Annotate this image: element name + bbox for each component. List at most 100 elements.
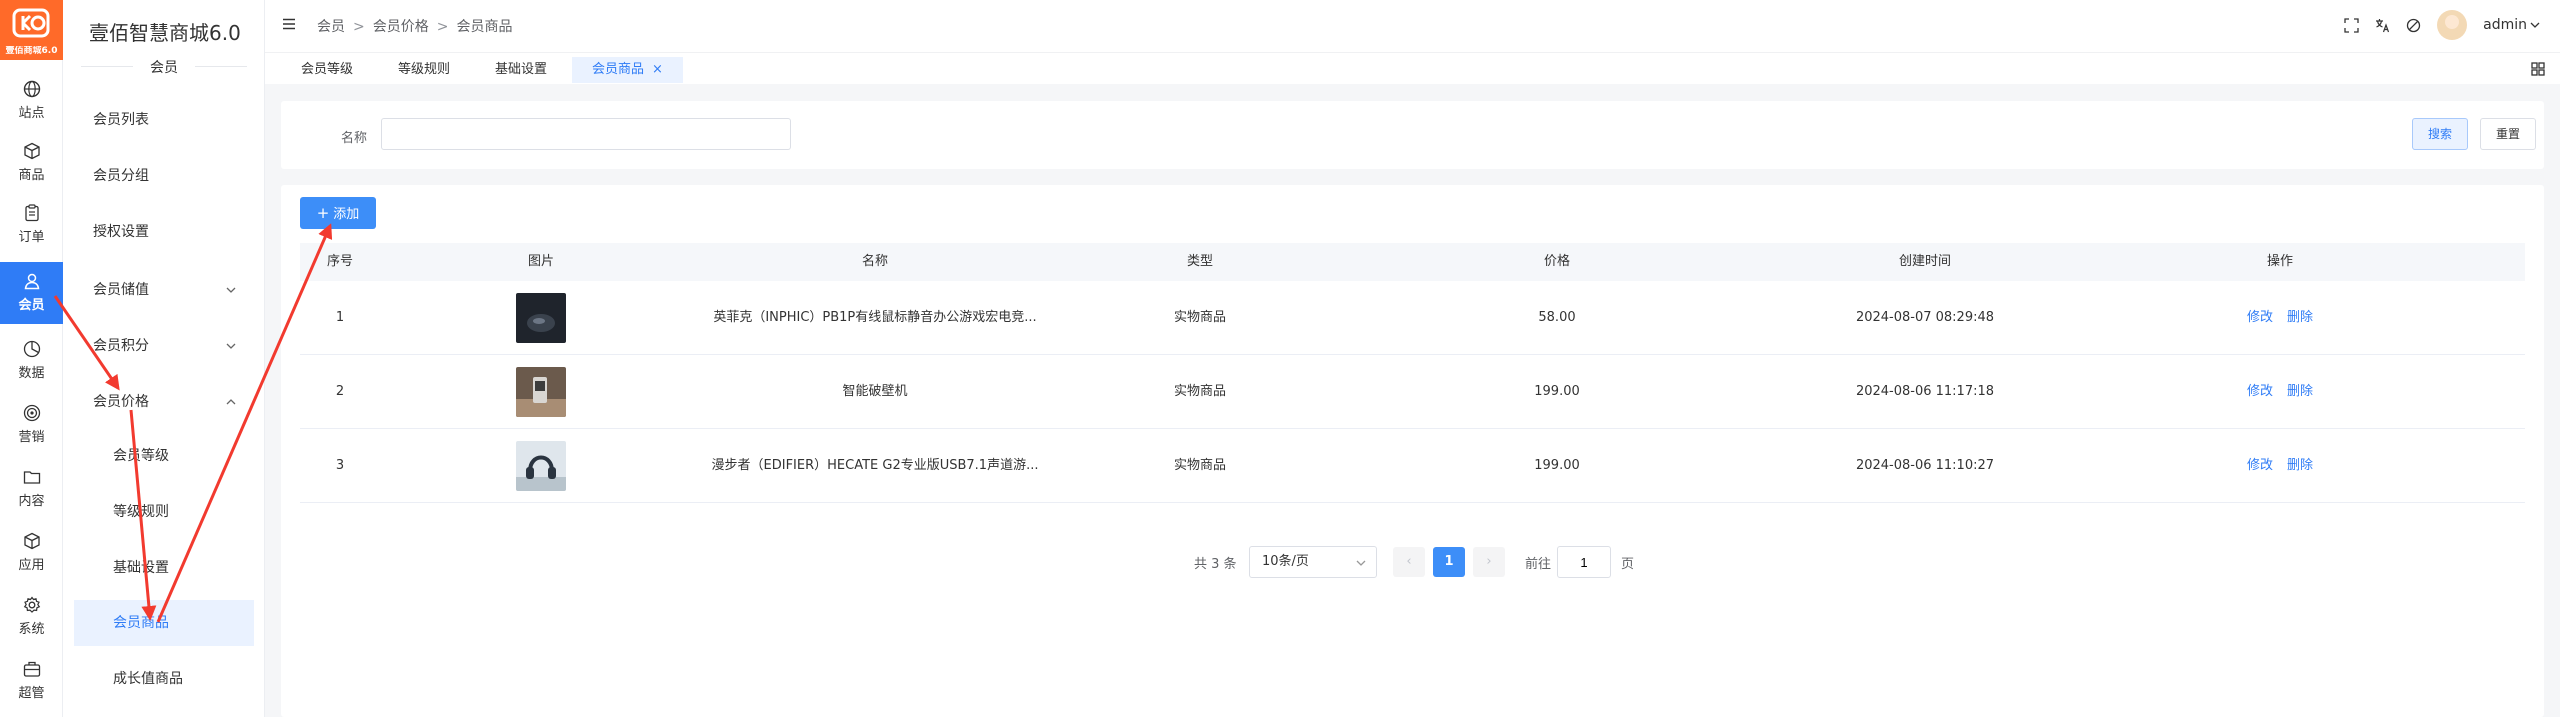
user-icon xyxy=(24,273,40,290)
chevron-up-icon xyxy=(226,399,236,405)
rail-item-member[interactable]: 会员 xyxy=(0,262,63,324)
avatar[interactable] xyxy=(2437,10,2468,40)
rail-label: 商品 xyxy=(18,168,45,183)
top-bar: 会员 > 会员价格 > 会员商品 admin xyxy=(265,0,2560,52)
app-root: 壹佰商城6.0 站点 商品 订单 会员 数据 营销 内容 应用 系统 超管 壹佰… xyxy=(0,0,2560,717)
next-page-button[interactable]: › xyxy=(1473,547,1505,577)
row-index: 2 xyxy=(335,384,345,399)
menu-item-member-price[interactable]: 会员价格 xyxy=(74,379,254,425)
delete-link[interactable]: 删除 xyxy=(2287,458,2313,473)
breadcrumb-item[interactable]: 会员价格 xyxy=(373,19,429,35)
chevron-down-icon xyxy=(226,343,236,349)
tab-member-level[interactable]: 会员等级 xyxy=(301,57,353,83)
menu-item-member-points[interactable]: 会员积分 xyxy=(74,323,254,369)
target-icon xyxy=(23,404,41,422)
theme-icon[interactable] xyxy=(2406,18,2421,33)
menu-item-level-rules[interactable]: 等级规则 xyxy=(74,489,254,535)
tab-label: 会员商品 xyxy=(592,62,645,77)
briefcase-icon xyxy=(23,661,41,677)
product-type: 实物商品 xyxy=(1173,310,1226,325)
rail-item-marketing[interactable]: 营销 xyxy=(0,394,63,456)
column-header: 序号 xyxy=(326,254,353,269)
rail-label: 营销 xyxy=(18,430,45,445)
grid-icon[interactable] xyxy=(2530,61,2546,77)
created-time: 2024-08-06 11:17:18 xyxy=(1855,384,1995,399)
rail-label: 订单 xyxy=(18,230,45,245)
page-size-select[interactable]: 10条/页 xyxy=(1249,546,1377,578)
menu-item-basic-settings[interactable]: 基础设置 xyxy=(74,545,254,591)
menu-toggle-icon[interactable] xyxy=(282,17,296,31)
menu-item-member-goods[interactable]: 会员商品 xyxy=(74,600,254,646)
rail-label: 超管 xyxy=(18,686,45,701)
table-row: 2 智能破壁机 实物商品 199.00 2024-08-06 11:17:18 … xyxy=(300,355,2525,429)
rail-item-system[interactable]: 系统 xyxy=(0,586,63,648)
rail-item-content[interactable]: 内容 xyxy=(0,458,63,520)
product-image[interactable] xyxy=(516,367,566,417)
tab-member-goods[interactable]: 会员商品 × xyxy=(572,57,683,83)
add-button[interactable]: + 添加 xyxy=(300,197,376,229)
breadcrumb-item[interactable]: 会员 xyxy=(317,19,345,35)
brand-title: 壹佰智慧商城6.0 xyxy=(89,21,241,45)
logo[interactable]: 壹佰商城6.0 xyxy=(0,0,63,60)
user-menu[interactable]: admin xyxy=(2483,17,2540,33)
search-button[interactable]: 搜索 xyxy=(2412,118,2468,150)
column-header: 类型 xyxy=(1186,254,1213,269)
page-tabs: 会员等级 等级规则 基础设置 会员商品 × xyxy=(265,52,2560,84)
row-actions: 修改 删除 xyxy=(2210,429,2350,503)
product-name: 智能破壁机 xyxy=(842,384,908,399)
rail-item-apps[interactable]: 应用 xyxy=(0,522,63,584)
chevron-down-icon xyxy=(1356,560,1366,566)
product-image[interactable] xyxy=(516,441,566,491)
edit-link[interactable]: 修改 xyxy=(2247,384,2273,399)
tab-basic-settings[interactable]: 基础设置 xyxy=(495,57,547,83)
goto-page-input[interactable] xyxy=(1557,546,1611,578)
page-size-value: 10条/页 xyxy=(1262,554,1309,569)
name-input[interactable] xyxy=(381,118,791,150)
close-icon[interactable]: × xyxy=(652,62,663,77)
prev-page-button[interactable]: ‹ xyxy=(1393,547,1425,577)
breadcrumb: 会员 > 会员价格 > 会员商品 xyxy=(317,16,512,36)
rail-item-goods[interactable]: 商品 xyxy=(0,132,63,194)
rail-label: 站点 xyxy=(18,106,45,121)
column-header: 价格 xyxy=(1543,254,1570,269)
rail-label: 数据 xyxy=(18,366,45,381)
rail-item-admin[interactable]: 超管 xyxy=(0,650,63,712)
row-actions: 修改 删除 xyxy=(2210,281,2350,355)
rail-label: 系统 xyxy=(18,622,45,637)
total-count: 共 3 条 xyxy=(1194,557,1237,572)
fullscreen-icon[interactable] xyxy=(2344,17,2359,33)
breadcrumb-separator: > xyxy=(353,19,365,35)
translate-icon[interactable] xyxy=(2375,18,2390,33)
tab-level-rules[interactable]: 等级规则 xyxy=(398,57,450,83)
menu-item-member-balance[interactable]: 会员储值 xyxy=(74,267,254,313)
rail-item-data[interactable]: 数据 xyxy=(0,330,63,392)
chevron-down-icon xyxy=(2530,22,2540,28)
pie-chart-icon xyxy=(23,340,41,358)
edit-link[interactable]: 修改 xyxy=(2247,310,2273,325)
page-unit-label: 页 xyxy=(1621,557,1635,572)
pagination: 共 3 条 10条/页 ‹ 1 › 前往 页 xyxy=(281,546,2544,578)
product-price: 199.00 xyxy=(1534,384,1580,399)
edit-link[interactable]: 修改 xyxy=(2247,458,2273,473)
menu-item-member-list[interactable]: 会员列表 xyxy=(74,97,254,143)
reset-button[interactable]: 重置 xyxy=(2480,118,2536,150)
delete-link[interactable]: 删除 xyxy=(2287,384,2313,399)
page-1-button[interactable]: 1 xyxy=(1433,547,1465,577)
table-row: 1 英菲克（INPHIC）PB1P有线鼠标静音办公游戏宏电竞... 实物商品 5… xyxy=(300,281,2525,355)
breadcrumb-item: 会员商品 xyxy=(456,19,513,35)
delete-link[interactable]: 删除 xyxy=(2287,310,2313,325)
created-time: 2024-08-06 11:10:27 xyxy=(1855,458,1995,473)
rail-item-site[interactable]: 站点 xyxy=(0,70,63,132)
product-image[interactable] xyxy=(516,293,566,343)
menu-item-member-level[interactable]: 会员等级 xyxy=(74,433,254,479)
menu-item-member-group[interactable]: 会员分组 xyxy=(74,153,254,199)
name-label: 名称 xyxy=(341,131,368,146)
menu-item-growth-goods[interactable]: 成长值商品 xyxy=(74,656,254,702)
row-index: 3 xyxy=(335,458,345,473)
rail-item-orders[interactable]: 订单 xyxy=(0,194,63,256)
box-icon xyxy=(24,142,40,160)
user-name: admin xyxy=(2483,17,2527,33)
logo-subtitle: 壹佰商城6.0 xyxy=(5,46,58,56)
menu-item-auth-settings[interactable]: 授权设置 xyxy=(74,209,254,255)
rail-label: 应用 xyxy=(18,558,45,573)
